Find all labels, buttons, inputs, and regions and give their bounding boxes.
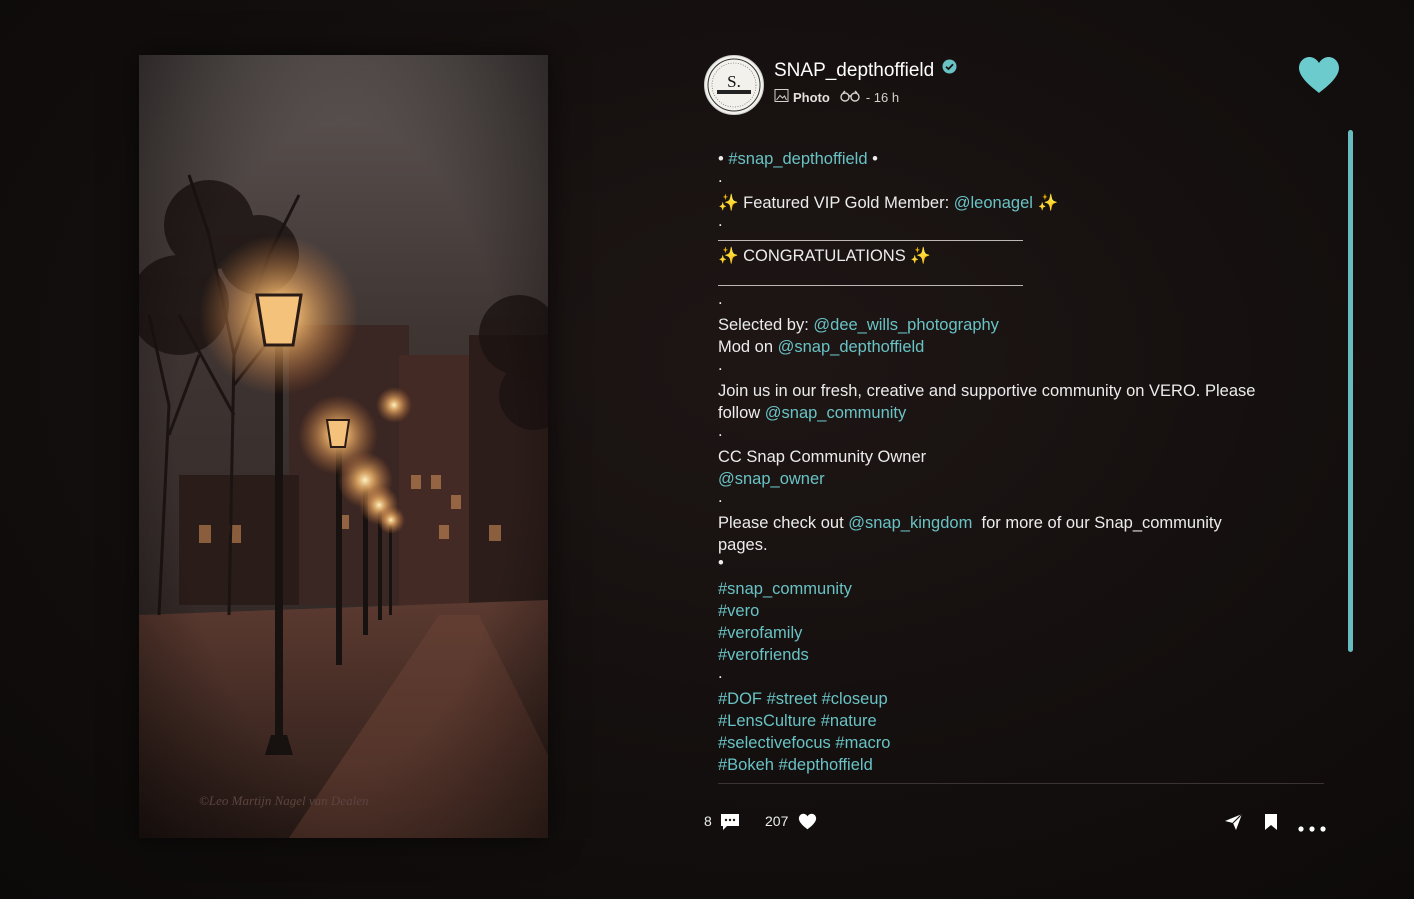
- caption-text: Please check out: [718, 514, 849, 532]
- bookmark-icon[interactable]: [1264, 813, 1278, 836]
- avatar[interactable]: S.: [704, 55, 764, 115]
- caption-text: pages.: [718, 536, 768, 554]
- caption-text: Join us in our fresh, creative and suppo…: [718, 382, 1256, 400]
- caption-dot: .: [718, 290, 723, 308]
- caption-text: •: [718, 150, 729, 168]
- caption-text: •: [867, 150, 878, 168]
- divider-line: [718, 240, 1023, 241]
- post-footer: 8 207: [704, 810, 1328, 836]
- post-header: S. SNAP_depthoffield Photo - 16 h: [704, 55, 1324, 115]
- verified-icon: [942, 58, 957, 80]
- caption-dot: .: [718, 422, 723, 440]
- footer-divider: [718, 783, 1324, 784]
- username-text[interactable]: SNAP_depthoffield: [774, 60, 934, 81]
- send-icon[interactable]: [1224, 813, 1243, 836]
- hashtag-link[interactable]: #LensCulture #nature: [718, 712, 877, 730]
- comments-count[interactable]: 8: [704, 813, 712, 829]
- caption-bullet: •: [718, 554, 724, 572]
- hashtag-link[interactable]: #DOF #street #closeup: [718, 690, 888, 708]
- hashtag-link[interactable]: #snap_community: [718, 580, 852, 598]
- caption-text: follow: [718, 404, 765, 422]
- post-meta: Photo - 16 h: [774, 88, 899, 106]
- comment-icon[interactable]: [720, 813, 740, 836]
- likes-count[interactable]: 207: [765, 813, 788, 829]
- binoculars-icon: [840, 90, 860, 105]
- caption-text: Mod on: [718, 338, 778, 356]
- post-time: - 16 h: [865, 89, 900, 105]
- mention-link[interactable]: @leonagel: [954, 194, 1033, 212]
- caption-text: ✨: [1032, 194, 1059, 212]
- mention-link[interactable]: @snap_depthoffield: [778, 338, 925, 356]
- caption-text: ✨ Featured VIP Gold Member:: [718, 194, 954, 212]
- caption-dot: .: [718, 356, 723, 374]
- hashtag-link[interactable]: #Bokeh #depthoffield: [718, 756, 873, 774]
- like-heart-icon[interactable]: [1297, 56, 1341, 99]
- post-photo[interactable]: ©Leo Martijn Nagel van Dealen: [139, 55, 548, 838]
- caption-dot: .: [718, 664, 723, 682]
- caption-scrollbar[interactable]: [1348, 130, 1353, 652]
- photo-watermark: ©Leo Martijn Nagel van Dealen: [199, 793, 368, 808]
- congrats-text: ✨ CONGRATULATIONS ✨: [718, 247, 931, 265]
- mention-link[interactable]: @dee_wills_photography: [813, 316, 999, 334]
- username[interactable]: SNAP_depthoffield: [774, 58, 957, 82]
- caption-text: Selected by:: [718, 316, 814, 334]
- street-lamps-photo: ©Leo Martijn Nagel van Dealen: [139, 55, 548, 838]
- caption-text: for more of our Snap_community: [972, 514, 1222, 532]
- heart-icon[interactable]: [798, 813, 817, 835]
- hashtag-link[interactable]: #selectivefocus #macro: [718, 734, 890, 752]
- photo-icon: [774, 88, 789, 106]
- hashtag-link[interactable]: #verofriends: [718, 646, 809, 664]
- caption-dot: .: [718, 168, 723, 186]
- divider-line: [718, 285, 1023, 286]
- mention-link[interactable]: @snap_community: [765, 404, 906, 422]
- post-type-label: Photo: [793, 89, 830, 105]
- avatar-letter: S.: [727, 72, 741, 91]
- hashtag-link[interactable]: #verofamily: [718, 624, 802, 642]
- hashtag-link[interactable]: #snap_depthoffield: [728, 150, 867, 168]
- caption-dot: .: [718, 212, 723, 230]
- mention-link[interactable]: @snap_owner: [718, 470, 825, 488]
- more-icon[interactable]: [1298, 819, 1326, 837]
- mention-link[interactable]: @snap_kingdom: [848, 514, 972, 532]
- post-caption: • #snap_depthoffield • . ✨ Featured VIP …: [718, 148, 1328, 782]
- hashtag-link[interactable]: #vero: [718, 602, 759, 620]
- caption-dot: .: [718, 488, 723, 506]
- caption-text: CC Snap Community Owner: [718, 448, 927, 466]
